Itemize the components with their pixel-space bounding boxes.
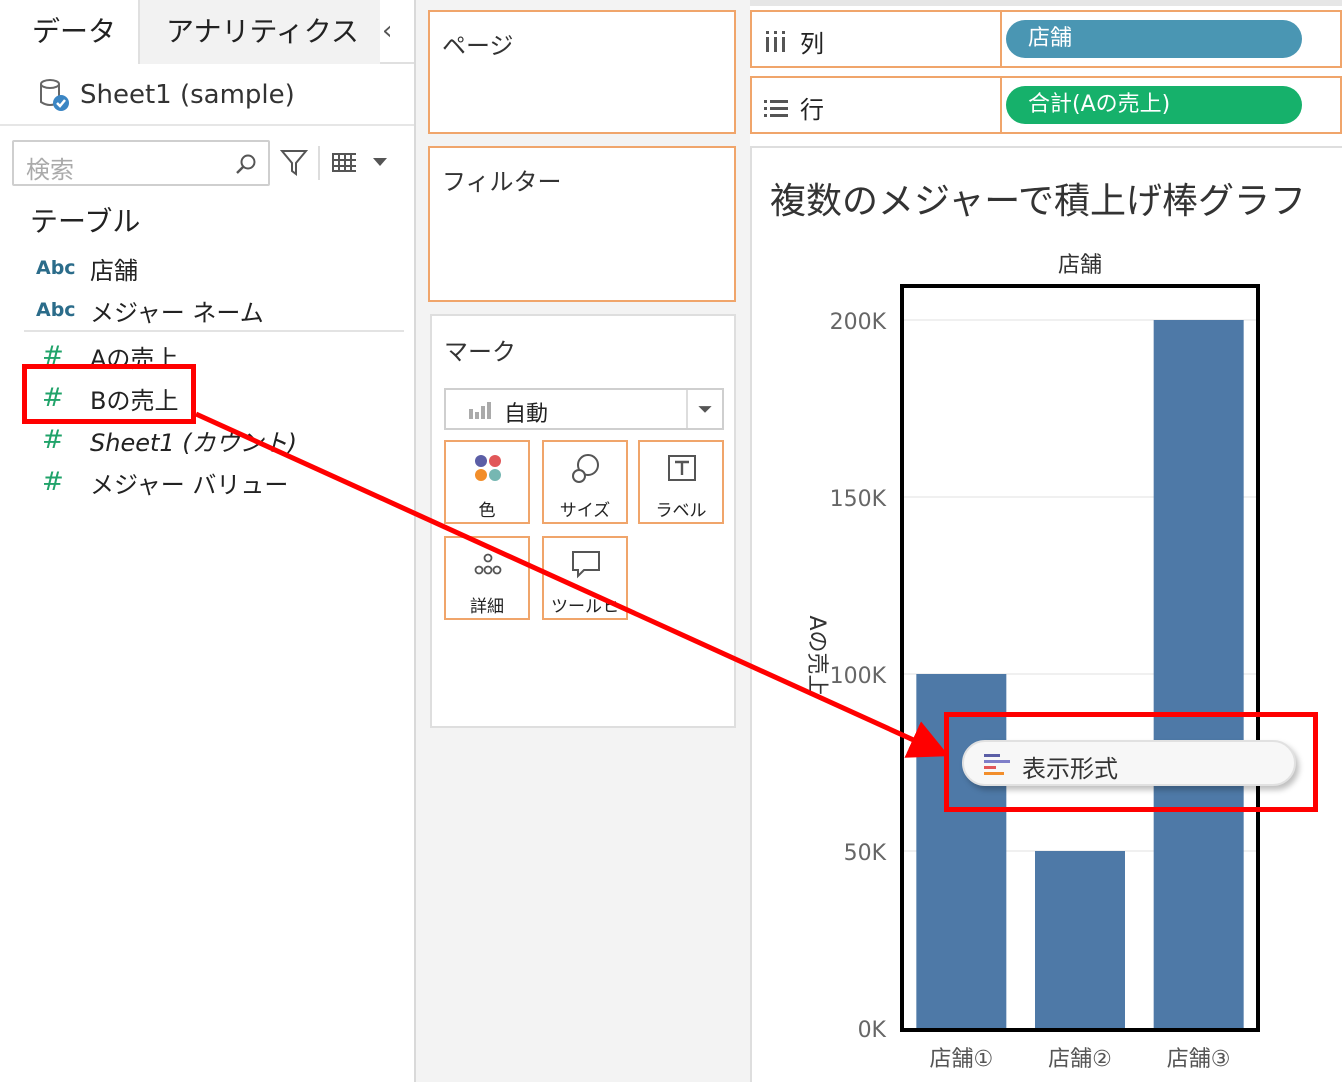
filters-title: フィルター: [442, 168, 562, 196]
field-item[interactable]: # Sheet1 (カウント): [36, 420, 297, 460]
field-type-string-icon: Abc: [36, 299, 76, 321]
tab-data[interactable]: データ: [0, 0, 140, 64]
y-tick-label: 0K: [858, 1018, 887, 1043]
bar: [1153, 320, 1244, 1028]
table-heading: テーブル: [30, 205, 141, 238]
field-item[interactable]: Abc メジャー ネーム: [36, 290, 264, 330]
y-tick-label: 150K: [830, 487, 887, 512]
detail-button[interactable]: 詳細: [444, 536, 530, 620]
y-tick-label: 50K: [844, 841, 887, 866]
tooltip-label: ツールヒ: [551, 597, 619, 617]
label-label: ラベル: [655, 501, 707, 521]
color-icon: [475, 455, 501, 481]
field-item[interactable]: # メジャー バリュー: [36, 462, 288, 502]
x-tick-label: 店舗①: [929, 1047, 993, 1072]
field-type-string-icon: Abc: [36, 257, 76, 279]
field-name: メジャー バリュー: [90, 470, 289, 499]
pane-tabs: データ アナリティクス ‹: [0, 0, 414, 64]
x-tick-label: 店舗③: [1167, 1047, 1231, 1072]
mark-type-value: 自動: [504, 402, 549, 427]
field-name: Sheet1 (カウント): [90, 428, 298, 457]
filter-icon[interactable]: [280, 148, 308, 178]
y-tick-label: 100K: [830, 664, 887, 689]
pages-shelf[interactable]: ページ: [428, 10, 736, 134]
tableau-workspace: データ アナリティクス ‹ Sheet1 (sample) 検索 テーブル Ab…: [0, 0, 1342, 1082]
marks-card: マーク 自動 色 サイズ ラベル 詳細 ツールヒ: [430, 314, 736, 728]
filters-shelf[interactable]: フィルター: [428, 146, 736, 302]
cards-pane: ページ フィルター マーク 自動 色 サイズ ラベル 詳細 ツールヒ: [416, 0, 750, 1082]
field-type-number-icon: #: [42, 425, 64, 455]
bar-chart-icon: [469, 402, 491, 419]
size-label: サイズ: [559, 501, 611, 521]
search-icon[interactable]: [234, 152, 258, 176]
collapse-pane-icon[interactable]: ‹: [382, 16, 392, 46]
detail-icon: [474, 553, 502, 575]
datasource-icon: [40, 79, 69, 111]
tooltip-button[interactable]: ツールヒ: [542, 536, 628, 620]
show-me-icon: [984, 754, 1010, 775]
mark-type-dropdown[interactable]: 自動: [444, 388, 724, 430]
chevron-down-icon[interactable]: [686, 390, 722, 428]
field-name: メジャー ネーム: [90, 298, 264, 327]
pages-title: ページ: [442, 32, 514, 60]
y-axis-title: Aの売上: [804, 615, 829, 696]
data-pane: データ アナリティクス ‹ Sheet1 (sample) 検索 テーブル Ab…: [0, 0, 416, 1082]
view-options-icon[interactable]: [330, 150, 358, 174]
color-button[interactable]: 色: [444, 440, 530, 524]
show-me-format-pill[interactable]: 表示形式: [962, 740, 1296, 786]
datasource-name: Sheet1 (sample): [80, 80, 295, 110]
bar: [1035, 851, 1125, 1028]
marks-title: マーク: [444, 338, 516, 366]
search-placeholder: 検索: [26, 156, 74, 184]
size-button[interactable]: サイズ: [542, 440, 628, 524]
column-header-label: 店舗: [1058, 253, 1102, 278]
show-me-label: 表示形式: [1022, 755, 1118, 783]
text-label-icon: [668, 455, 696, 481]
field-type-number-icon: #: [42, 467, 64, 497]
chevron-down-icon[interactable]: [372, 156, 388, 168]
label-button[interactable]: ラベル: [638, 440, 724, 524]
size-icon: [572, 454, 599, 483]
tab-analytics[interactable]: アナリティクス: [140, 0, 380, 64]
y-tick-label: 200K: [830, 310, 887, 335]
x-tick-label: 店舗②: [1048, 1047, 1112, 1072]
divider: [0, 124, 414, 126]
field-search-input[interactable]: 検索: [12, 140, 270, 186]
detail-label: 詳細: [470, 597, 504, 617]
divider: [318, 146, 320, 180]
tooltip-icon: [572, 551, 600, 579]
bar-chart: 0K 50K 100K 150K 200K 店舗① 店舗② 店舗③ 店舗 Aの売上: [804, 253, 1260, 1072]
datasource[interactable]: Sheet1 (sample): [36, 72, 295, 118]
divider: [24, 330, 404, 332]
highlight-box-field: [22, 364, 196, 424]
field-name: 店舗: [90, 256, 138, 285]
field-item[interactable]: Abc 店舗: [36, 248, 138, 288]
color-label: 色: [478, 501, 496, 521]
view-area: 列 店舗 行 合計(Aの売上) 複数のメジャーで積上げ棒グラフ 0K 50K 100…: [750, 0, 1342, 1082]
